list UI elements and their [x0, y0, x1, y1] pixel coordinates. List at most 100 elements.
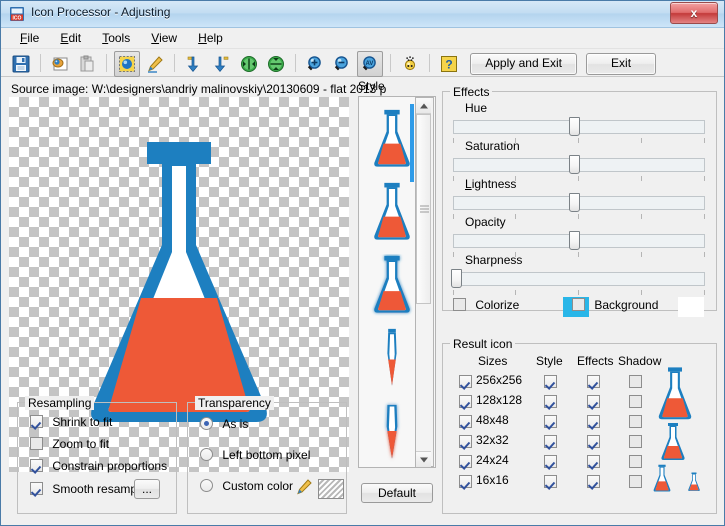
bulb-icon[interactable]: [398, 52, 422, 76]
menu-item-file[interactable]: File: [11, 28, 48, 45]
chevron-down-icon: [419, 457, 428, 462]
eyedropper-icon[interactable]: [294, 477, 314, 500]
effects-checkbox-48[interactable]: [587, 415, 600, 428]
saturation-label: Saturation: [465, 139, 520, 153]
size-checkbox-16[interactable]: [459, 475, 472, 488]
smooth-resample-checkbox[interactable]: [30, 482, 43, 495]
import-down-icon[interactable]: [183, 52, 207, 76]
size-label-16: 16x16: [476, 473, 509, 487]
option-constrain-proportions[interactable]: Constrain proportions: [30, 459, 167, 473]
opacity-slider-thumb[interactable]: [569, 231, 580, 250]
option-shrink-to-fit[interactable]: Shrink to fit: [30, 415, 112, 429]
transparency-color-swatch[interactable]: [318, 479, 344, 499]
sharpness-slider-thumb[interactable]: [451, 269, 462, 288]
style-list-scrollbar[interactable]: [415, 97, 434, 467]
style-item-5[interactable]: [363, 395, 421, 467]
size-checkbox-128[interactable]: [459, 395, 472, 408]
default-button[interactable]: Default: [361, 483, 433, 503]
shadow-checkbox-48[interactable]: [629, 415, 642, 428]
left-bottom-pixel-radio[interactable]: [200, 448, 213, 461]
sharpness-slider-track[interactable]: [453, 272, 705, 286]
main-window: ICO Icon Processor - Adjusting x File Ed…: [0, 0, 725, 526]
zoom-out-icon[interactable]: [330, 52, 354, 76]
style-checkbox-16[interactable]: [544, 475, 557, 488]
background-checkbox[interactable]: [572, 298, 585, 311]
option-left-bottom-pixel[interactable]: Left bottom pixel: [200, 448, 310, 462]
paste-icon[interactable]: [75, 52, 99, 76]
option-custom-color[interactable]: Custom color: [200, 479, 293, 493]
style-item-2[interactable]: [363, 176, 421, 248]
style-checkbox-128[interactable]: [544, 395, 557, 408]
open-image-icon[interactable]: [48, 52, 72, 76]
style-item-1[interactable]: [363, 103, 421, 175]
effects-checkbox-24[interactable]: [587, 455, 600, 468]
menu-item-help[interactable]: Help: [189, 28, 232, 45]
scroll-down-button[interactable]: [416, 451, 431, 467]
effects-checkbox-32[interactable]: [587, 435, 600, 448]
toolbar: AV ? Apply and Exit Exit: [1, 49, 724, 77]
effects-checkbox-256[interactable]: [587, 375, 600, 388]
size-checkbox-32[interactable]: [459, 435, 472, 448]
option-smooth-resample[interactable]: Smooth resample: [30, 482, 146, 496]
zoom-in-icon[interactable]: [303, 52, 327, 76]
size-checkbox-24[interactable]: [459, 455, 472, 468]
size-label-256: 256x256: [476, 373, 523, 387]
title-bar: ICO Icon Processor - Adjusting x: [1, 1, 724, 28]
apply-and-exit-button[interactable]: Apply and Exit: [470, 53, 577, 75]
scrollbar-thumb[interactable]: [416, 114, 431, 304]
select-icon[interactable]: [114, 51, 141, 77]
shadow-checkbox-24[interactable]: [629, 455, 642, 468]
close-button[interactable]: x: [670, 2, 718, 24]
zoom-actual-icon[interactable]: AV: [356, 51, 383, 77]
chevron-up-icon: [419, 103, 428, 108]
option-colorize[interactable]: Colorize: [453, 298, 519, 312]
export-down-icon[interactable]: [210, 52, 234, 76]
eyedropper-pencil-icon[interactable]: [143, 52, 167, 76]
size-checkbox-48[interactable]: [459, 415, 472, 428]
option-background[interactable]: Background: [572, 298, 658, 312]
option-as-is[interactable]: As is: [200, 417, 248, 431]
shadow-checkbox-128[interactable]: [629, 395, 642, 408]
style-item-3[interactable]: [363, 249, 421, 321]
constrain-proportions-checkbox[interactable]: [30, 459, 43, 472]
colorize-label: Colorize: [475, 298, 520, 312]
menu-item-tools[interactable]: Tools: [93, 28, 139, 45]
hue-label: Hue: [465, 101, 488, 115]
background-color-swatch[interactable]: [678, 297, 704, 317]
flip-vertical-icon[interactable]: [264, 52, 288, 76]
menu-item-edit[interactable]: Edit: [51, 28, 90, 45]
style-checkbox-48[interactable]: [544, 415, 557, 428]
shadow-checkbox-32[interactable]: [629, 435, 642, 448]
effects-checkbox-16[interactable]: [587, 475, 600, 488]
shadow-checkbox-256[interactable]: [629, 375, 642, 388]
column-header-style: Style: [536, 354, 563, 368]
svg-text:ICO: ICO: [13, 15, 22, 21]
shadow-checkbox-16[interactable]: [629, 475, 642, 488]
style-checkbox-256[interactable]: [544, 375, 557, 388]
zoom-to-fit-checkbox[interactable]: [30, 437, 43, 450]
sharpness-label: Sharpness: [465, 253, 523, 267]
window-title: Icon Processor - Adjusting: [31, 5, 171, 19]
size-label-24: 24x24: [476, 453, 509, 467]
as-is-radio[interactable]: [200, 417, 213, 430]
effects-checkbox-128[interactable]: [587, 395, 600, 408]
smooth-resample-options-button[interactable]: ...: [134, 479, 160, 499]
style-checkbox-32[interactable]: [544, 435, 557, 448]
size-checkbox-256[interactable]: [459, 375, 472, 388]
hue-slider-thumb[interactable]: [569, 117, 580, 136]
exit-button[interactable]: Exit: [586, 53, 657, 75]
colorize-checkbox[interactable]: [453, 298, 466, 311]
save-icon[interactable]: [9, 52, 33, 76]
scroll-up-button[interactable]: [416, 98, 431, 114]
option-zoom-to-fit[interactable]: Zoom to fit: [30, 437, 109, 451]
custom-color-radio[interactable]: [200, 479, 213, 492]
size-label-128: 128x128: [476, 393, 523, 407]
shrink-to-fit-checkbox[interactable]: [30, 415, 43, 428]
help-icon[interactable]: ?: [437, 52, 461, 76]
style-checkbox-24[interactable]: [544, 455, 557, 468]
menu-item-view[interactable]: View: [142, 28, 186, 45]
saturation-slider-thumb[interactable]: [569, 155, 580, 174]
style-item-4[interactable]: [363, 322, 421, 394]
flip-horizontal-icon[interactable]: [237, 52, 261, 76]
lightness-slider-thumb[interactable]: [569, 193, 580, 212]
